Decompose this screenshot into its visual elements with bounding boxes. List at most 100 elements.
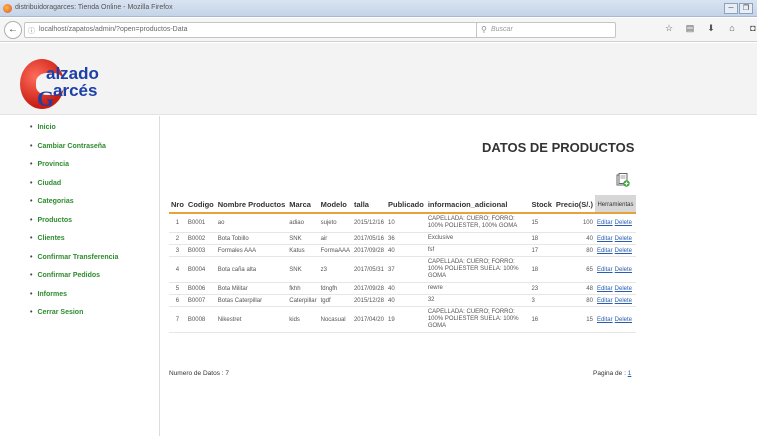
firefox-icon: [3, 4, 12, 13]
cell-precio: 80: [553, 244, 595, 257]
window-title: distribuidoragarces: Tienda Online - Moz…: [15, 4, 173, 11]
cell-precio: 48: [553, 282, 595, 295]
add-product-icon[interactable]: [616, 173, 630, 187]
cell-herramientas: Editar Delete: [594, 213, 636, 233]
col-info: informacion_adicional: [425, 195, 530, 214]
cell-precio: 100: [553, 213, 595, 233]
cell-marca: kids: [287, 306, 319, 333]
record-count: Numero de Datos : 7: [169, 370, 229, 377]
cell-herramientas: Editar Delete: [594, 282, 636, 295]
cell-info: rewre: [425, 282, 530, 295]
sidebar-item-categorias[interactable]: Categorias: [30, 198, 118, 217]
cell-codigo: B0006: [185, 282, 216, 295]
site-logo[interactable]: G alzado arcés: [20, 59, 110, 110]
cell-nro: 3: [169, 244, 186, 257]
bookmark-star-icon[interactable]: ☆: [664, 23, 674, 34]
cell-publicado: 37: [385, 256, 426, 283]
cell-nro: 5: [169, 282, 186, 295]
cell-nro: 7: [169, 306, 186, 333]
home-icon[interactable]: ⌂: [727, 23, 737, 34]
cell-herramientas: Editar Delete: [594, 244, 636, 257]
edit-link[interactable]: Editar: [597, 248, 613, 254]
maximize-button[interactable]: ❐: [739, 3, 753, 14]
products-table: Nro Codigo Nombre Productos Marca Modelo…: [169, 195, 636, 333]
table-row: 7 B0008 Nikestret kids Nocasual 2017/04/20 19 C…: [169, 306, 636, 333]
cell-herramientas: Editar Delete: [594, 232, 636, 245]
cell-modelo: tgdf: [318, 294, 352, 307]
cell-stock: 3: [529, 294, 554, 307]
edit-link[interactable]: Editar: [597, 236, 613, 242]
delete-link[interactable]: Delete: [615, 248, 632, 254]
browser-toolbar: ☆ ▤ ⬇ ⌂ ◘ ≡: [664, 23, 757, 34]
edit-link[interactable]: Editar: [597, 317, 613, 323]
cell-nombre: Bota Tobillo: [215, 232, 288, 245]
download-icon[interactable]: ⬇: [706, 23, 716, 34]
cell-marca: SNK: [287, 232, 319, 245]
edit-link[interactable]: Editar: [597, 286, 613, 292]
table-row: 1 B0001 ao adiao sujeto 2015/12/16 10 CAPELLADA…: [169, 213, 636, 233]
cell-codigo: B0008: [185, 306, 216, 333]
search-icon: ⚲: [481, 25, 487, 34]
cell-nro: 1: [169, 213, 186, 233]
back-button[interactable]: ←: [4, 21, 22, 39]
sidebar-item-provincia[interactable]: Provincia: [30, 161, 118, 180]
cell-codigo: B0004: [185, 256, 216, 283]
col-publicado: Publicado: [385, 195, 426, 214]
cell-nombre: ao: [215, 213, 288, 233]
library-icon[interactable]: ▤: [685, 23, 695, 34]
pocket-icon[interactable]: ◘: [748, 23, 757, 34]
search-input[interactable]: ⚲ Buscar: [476, 22, 616, 38]
cell-modelo: air: [318, 232, 352, 245]
cell-info: 32: [425, 294, 530, 307]
cell-publicado: 19: [385, 306, 426, 333]
delete-link[interactable]: Delete: [615, 267, 632, 273]
cell-stock: 15: [529, 213, 554, 233]
window-controls: ─ ❐: [724, 3, 753, 14]
sidebar-item-productos[interactable]: Productos: [30, 217, 118, 236]
table-row: 4 B0004 Bota caña alta SNK z3 2017/05/31 37 CAP…: [169, 256, 636, 283]
cell-info: CAPELLADA: CUERO; FORRO: 100% POLIESTER,…: [425, 213, 530, 233]
sidebar-item-clientes[interactable]: Clientes: [30, 235, 118, 254]
cell-modelo: z3: [318, 256, 352, 283]
table-row: 5 B0006 Bota Militar fkhh fdngfh 2017/09/28 40…: [169, 282, 636, 295]
url-text: localhost/zapatos/admin/?open=productos-…: [39, 26, 188, 33]
cell-nro: 2: [169, 232, 186, 245]
col-nro: Nro: [169, 195, 186, 214]
delete-link[interactable]: Delete: [615, 298, 632, 304]
delete-link[interactable]: Delete: [615, 220, 632, 226]
edit-link[interactable]: Editar: [597, 267, 613, 273]
cell-talla: 2015/12/16: [351, 213, 386, 233]
delete-link[interactable]: Delete: [615, 317, 632, 323]
sidebar-item-confirmar-pedidos[interactable]: Confirmar Pedidos: [30, 272, 118, 291]
cell-publicado: 36: [385, 232, 426, 245]
cell-stock: 17: [529, 244, 554, 257]
table-row: 6 B0007 Botas Caterpillar Caterpillar tgdf 20…: [169, 294, 636, 307]
sidebar-item-confirmar-transferencia[interactable]: Confirmar Transferencia: [30, 254, 118, 273]
col-talla: talla: [351, 195, 386, 214]
sidebar-item-cerrar-sesion[interactable]: Cerrar Sesion: [30, 309, 118, 328]
cell-publicado: 40: [385, 244, 426, 257]
edit-link[interactable]: Editar: [597, 298, 613, 304]
main-content: DATOS DE PRODUCTOS Nro Codigo Nombre Pro…: [161, 116, 757, 436]
col-nombre: Nombre Productos: [215, 195, 288, 214]
page-link[interactable]: 1: [628, 370, 632, 377]
cell-modelo: sujeto: [318, 213, 352, 233]
info-icon[interactable]: ⓘ: [28, 26, 35, 36]
cell-nombre: Bota Militar: [215, 282, 288, 295]
address-bar[interactable]: ⓘ localhost/zapatos/admin/?open=producto…: [24, 22, 512, 38]
edit-link[interactable]: Editar: [597, 220, 613, 226]
sidebar-item-informes[interactable]: Informes: [30, 291, 118, 310]
logo-line2: arcés: [53, 81, 98, 100]
cell-modelo: FormaAAA: [318, 244, 352, 257]
table-header-row: Nro Codigo Nombre Productos Marca Modelo…: [169, 195, 636, 214]
cell-talla: 2017/05/16: [351, 232, 386, 245]
sidebar-item-inicio[interactable]: Inicio: [30, 124, 118, 143]
sidebar-item-ciudad[interactable]: Ciudad: [30, 180, 118, 199]
col-herramientas: Herramientas: [594, 195, 636, 214]
minimize-button[interactable]: ─: [724, 3, 738, 14]
col-codigo: Codigo: [185, 195, 216, 214]
delete-link[interactable]: Delete: [615, 286, 632, 292]
cell-marca: Caterpillar: [287, 294, 319, 307]
delete-link[interactable]: Delete: [615, 236, 632, 242]
sidebar-item-cambiar-contrasena[interactable]: Cambiar Contraseña: [30, 143, 118, 162]
